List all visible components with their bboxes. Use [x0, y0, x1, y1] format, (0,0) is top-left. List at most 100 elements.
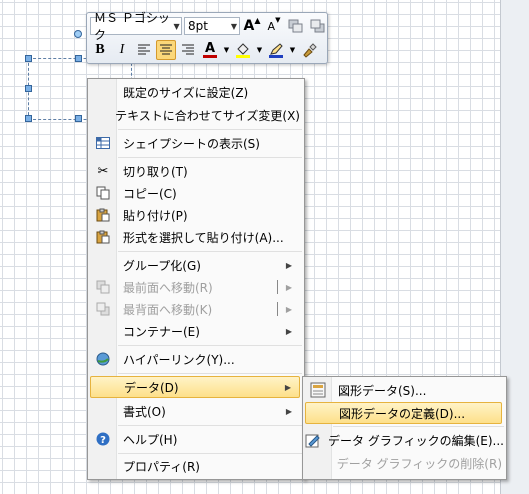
line-color-dropdown[interactable]: ▼	[288, 40, 297, 60]
resize-handle-bottom-middle[interactable]	[75, 115, 82, 122]
grow-font-button[interactable]: A ▲	[242, 16, 262, 36]
shapesheet-icon	[90, 132, 116, 154]
menu-item-cut[interactable]: ✂ 切り取り(T)	[90, 160, 300, 182]
submenu-arrow-icon: ▶	[285, 282, 292, 292]
line-color-button[interactable]	[266, 40, 286, 60]
menu-item-paste[interactable]: 貼り付け(P)	[90, 204, 300, 226]
font-size-value: 8pt	[188, 19, 208, 33]
send-backward-icon	[310, 19, 325, 33]
menu-item-copy[interactable]: コピー(C)	[90, 182, 300, 204]
scissors-icon: ✂	[97, 163, 109, 179]
menu-item-label: コピー(C)	[123, 186, 177, 201]
menu-item-label: 貼り付け(P)	[123, 208, 188, 223]
format-painter-button[interactable]	[299, 40, 319, 60]
menu-item-default-size[interactable]: 既定のサイズに設定(Z)	[90, 81, 300, 103]
menu-item-format[interactable]: 書式(O) ▶	[90, 400, 300, 422]
menu-item-send-to-back[interactable]: 最背面へ移動(K) ▶	[90, 298, 300, 320]
align-center-button[interactable]	[156, 40, 176, 60]
menu-separator	[118, 425, 302, 426]
svg-text:?: ?	[100, 435, 106, 446]
fill-color-button[interactable]	[233, 40, 253, 60]
mini-toolbar: ＭＳ Ｐゴシック ▼ 8pt ▼ A ▲ A ▼ B I A ▼ ▼ ▼	[86, 11, 328, 64]
align-center-icon	[160, 44, 172, 55]
menu-separator	[333, 426, 504, 427]
resize-handle-top-left[interactable]	[25, 55, 32, 62]
bring-forward-button[interactable]	[286, 16, 306, 36]
menu-separator	[118, 345, 302, 346]
bring-forward-icon	[288, 19, 303, 33]
font-color-button[interactable]: A	[200, 40, 220, 60]
menu-item-label: データ(D)	[124, 380, 179, 395]
menu-separator	[118, 251, 302, 252]
menu-item-label: 最前面へ移動(R)	[123, 280, 213, 295]
menu-separator	[118, 453, 302, 454]
submenu-item-shape-data[interactable]: 図形データ(S)...	[305, 379, 502, 401]
menu-item-label: プロパティ(R)	[123, 459, 200, 474]
fill-color-swatch	[236, 55, 250, 58]
shape-data-icon	[305, 379, 331, 401]
menu-item-label: 図形データ(S)...	[338, 383, 427, 398]
menu-item-data[interactable]: データ(D) ▶	[90, 376, 300, 398]
menu-item-properties[interactable]: プロパティ(R)	[90, 455, 300, 477]
menu-item-hyperlink[interactable]: ハイパーリンク(Y)...	[90, 348, 300, 370]
rotation-handle[interactable]	[74, 30, 82, 38]
font-name-combo[interactable]: ＭＳ Ｐゴシック ▼	[90, 11, 182, 42]
font-color-letter: A	[204, 40, 216, 56]
menu-item-label: データ グラフィックの削除(R)	[336, 456, 502, 471]
menu-item-help[interactable]: ? ヘルプ(H)	[90, 428, 300, 450]
align-right-icon	[182, 44, 194, 55]
align-right-button[interactable]	[178, 40, 198, 60]
menu-separator	[118, 373, 302, 374]
menu-item-label: グループ化(G)	[123, 258, 201, 273]
line-color-swatch	[269, 55, 283, 58]
menu-item-label: 書式(O)	[123, 404, 166, 419]
hyperlink-globe-icon	[90, 348, 116, 370]
chevron-down-icon: ▼	[230, 21, 238, 31]
menu-item-label: ヘルプ(H)	[123, 432, 178, 447]
context-menu: 既定のサイズに設定(Z) テキストに合わせてサイズ変更(X) シェイプシートの表…	[87, 78, 305, 480]
menu-item-bring-to-front[interactable]: 最前面へ移動(R) ▶	[90, 276, 300, 298]
shrink-font-button[interactable]: A ▼	[264, 16, 284, 36]
chevron-down-icon: ▼	[173, 21, 180, 31]
font-size-combo[interactable]: 8pt ▼	[184, 17, 240, 35]
menu-item-group[interactable]: グループ化(G) ▶	[90, 254, 300, 276]
paste-special-icon	[90, 226, 116, 248]
bold-button[interactable]: B	[90, 40, 110, 60]
submenu-item-edit-data-graphic[interactable]: データ グラフィックの編集(E)...	[305, 429, 504, 451]
menu-item-label: 図形データの定義(D)...	[339, 406, 466, 421]
italic-button[interactable]: I	[112, 40, 132, 60]
menu-separator	[118, 157, 302, 158]
font-color-swatch	[203, 55, 217, 58]
resize-handle-bottom-left[interactable]	[25, 115, 32, 122]
menu-item-show-shapesheet[interactable]: シェイプシートの表示(S)	[90, 132, 300, 154]
submenu-arrow-icon: ▶	[285, 260, 292, 270]
menu-item-label: データ グラフィックの編集(E)...	[328, 433, 504, 448]
resize-handle-top-middle[interactable]	[75, 55, 82, 62]
font-color-dropdown[interactable]: ▼	[222, 40, 231, 60]
paste-icon	[90, 204, 116, 226]
copy-icon	[90, 182, 116, 204]
menu-item-paste-special[interactable]: 形式を選択して貼り付け(A)...	[90, 226, 300, 248]
submenu-item-define-shape-data[interactable]: 図形データの定義(D)...	[305, 402, 502, 424]
menu-separator	[118, 129, 302, 130]
menu-item-container[interactable]: コンテナー(E) ▶	[90, 320, 300, 342]
menu-item-label: シェイプシートの表示(S)	[123, 136, 260, 151]
send-backward-button[interactable]	[308, 16, 328, 36]
send-to-back-icon	[90, 298, 116, 320]
align-left-button[interactable]	[134, 40, 154, 60]
fill-color-dropdown[interactable]: ▼	[255, 40, 264, 60]
menu-item-label: 切り取り(T)	[123, 164, 188, 179]
data-submenu: 図形データ(S)... 図形データの定義(D)... データ グラフィックの編集…	[302, 376, 507, 480]
menu-item-label: 最背面へ移動(K)	[123, 302, 213, 317]
menu-item-fit-to-text[interactable]: テキストに合わせてサイズ変更(X)	[90, 104, 300, 126]
help-icon: ?	[90, 428, 116, 450]
submenu-arrow-icon: ▶	[285, 304, 292, 314]
format-painter-icon	[303, 43, 317, 58]
bold-label: B	[95, 42, 105, 57]
submenu-arrow-icon: ▶	[285, 406, 292, 416]
submenu-item-remove-data-graphic[interactable]: データ グラフィックの削除(R)	[305, 452, 502, 474]
grow-font-label: A	[243, 18, 255, 34]
menu-item-label: コンテナー(E)	[123, 324, 200, 339]
bring-to-front-icon	[90, 276, 116, 298]
resize-handle-left-middle[interactable]	[25, 85, 32, 92]
